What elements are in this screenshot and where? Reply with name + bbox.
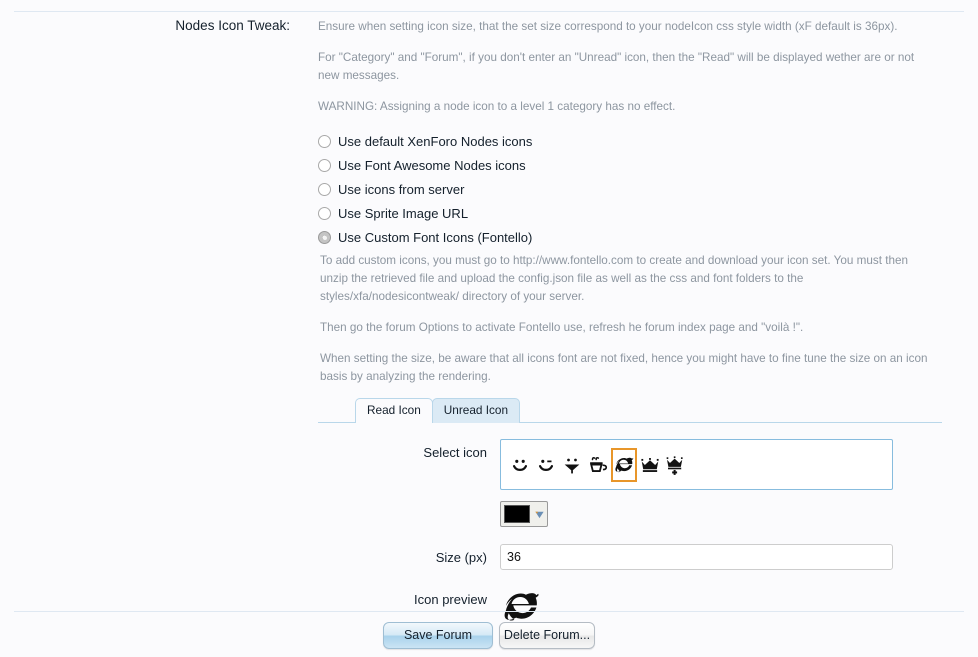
fontello-note-3: When setting the size, be aware that all… xyxy=(320,352,928,384)
umbrella-icon[interactable] xyxy=(559,448,585,482)
crown-icon[interactable] xyxy=(637,448,663,482)
page-title: Nodes Icon Tweak: xyxy=(175,18,290,33)
nodes-icon-tweak-body: Ensure when setting icon size, that the … xyxy=(318,18,943,632)
icon-color-field xyxy=(318,501,943,528)
select-icon-label: Select icon xyxy=(423,445,487,461)
description-warning: WARNING: Assigning a node icon to a leve… xyxy=(318,100,676,114)
tab-unread-icon[interactable]: Unread Icon xyxy=(431,398,521,424)
radio-label: Use default XenForo Nodes icons xyxy=(338,134,533,149)
radio-option-icons-from-server[interactable]: Use icons from server xyxy=(318,178,943,202)
icon-size-field: Size (px) 36 xyxy=(318,544,943,571)
bottom-divider xyxy=(14,611,964,612)
admin-forum-edit-page: Nodes Icon Tweak: Ensure when setting ic… xyxy=(0,0,978,657)
icon-size-label: Size (px) xyxy=(435,550,487,566)
icon-picker[interactable] xyxy=(500,439,893,491)
description-line-1: Ensure when setting icon size, that the … xyxy=(318,20,898,33)
radio-indicator[interactable] xyxy=(318,207,331,220)
tab-read-icon[interactable]: Read Icon xyxy=(355,398,433,424)
radio-option-sprite-image-url[interactable]: Use Sprite Image URL xyxy=(318,202,943,226)
radio-label: Use Sprite Image URL xyxy=(338,206,469,221)
crown-plus-icon[interactable] xyxy=(663,448,689,482)
radio-label: Use Custom Font Icons (Fontello) xyxy=(338,230,533,245)
icon-color-picker[interactable] xyxy=(500,501,548,528)
top-divider xyxy=(14,11,964,12)
icon-mode-radio-group: Use default XenForo Nodes icons Use Font… xyxy=(318,130,943,250)
fontello-note-2: Then go the forum Options to activate Fo… xyxy=(320,320,804,334)
delete-forum-button[interactable]: Delete Forum... xyxy=(499,622,595,649)
smiley-wink-icon[interactable] xyxy=(533,448,559,482)
tab-list: Read Icon Unread Icon xyxy=(355,398,521,424)
coffee-cup-icon[interactable] xyxy=(585,448,611,482)
icon-tabs: Read Icon Unread Icon xyxy=(318,398,942,424)
radio-option-custom-fontello[interactable]: Use Custom Font Icons (Fontello) xyxy=(318,226,943,250)
color-swatch[interactable] xyxy=(504,505,530,524)
icon-size-input[interactable]: 36 xyxy=(500,544,893,571)
radio-option-font-awesome[interactable]: Use Font Awesome Nodes icons xyxy=(318,154,943,178)
radio-option-default-xenforo[interactable]: Use default XenForo Nodes icons xyxy=(318,130,943,154)
description-line-2: For "Category" and "Forum", if you don't… xyxy=(318,51,915,83)
form-actions: Save Forum Delete Forum... xyxy=(0,622,978,649)
radio-label: Use icons from server xyxy=(338,182,465,197)
radio-indicator-selected[interactable] xyxy=(318,231,331,244)
chevron-down-icon[interactable] xyxy=(534,509,545,520)
smiley-icon[interactable] xyxy=(507,448,533,482)
save-forum-button[interactable]: Save Forum xyxy=(383,622,493,649)
internet-explorer-icon[interactable] xyxy=(611,447,637,482)
radio-indicator[interactable] xyxy=(318,159,331,172)
fontello-note-1: To add custom icons, you must go to http… xyxy=(320,253,908,303)
radio-label: Use Font Awesome Nodes icons xyxy=(338,158,526,173)
select-icon-field: Select icon xyxy=(318,439,943,491)
icon-preview-label: Icon preview xyxy=(414,592,487,608)
radio-indicator[interactable] xyxy=(318,183,331,196)
radio-indicator[interactable] xyxy=(318,135,331,148)
